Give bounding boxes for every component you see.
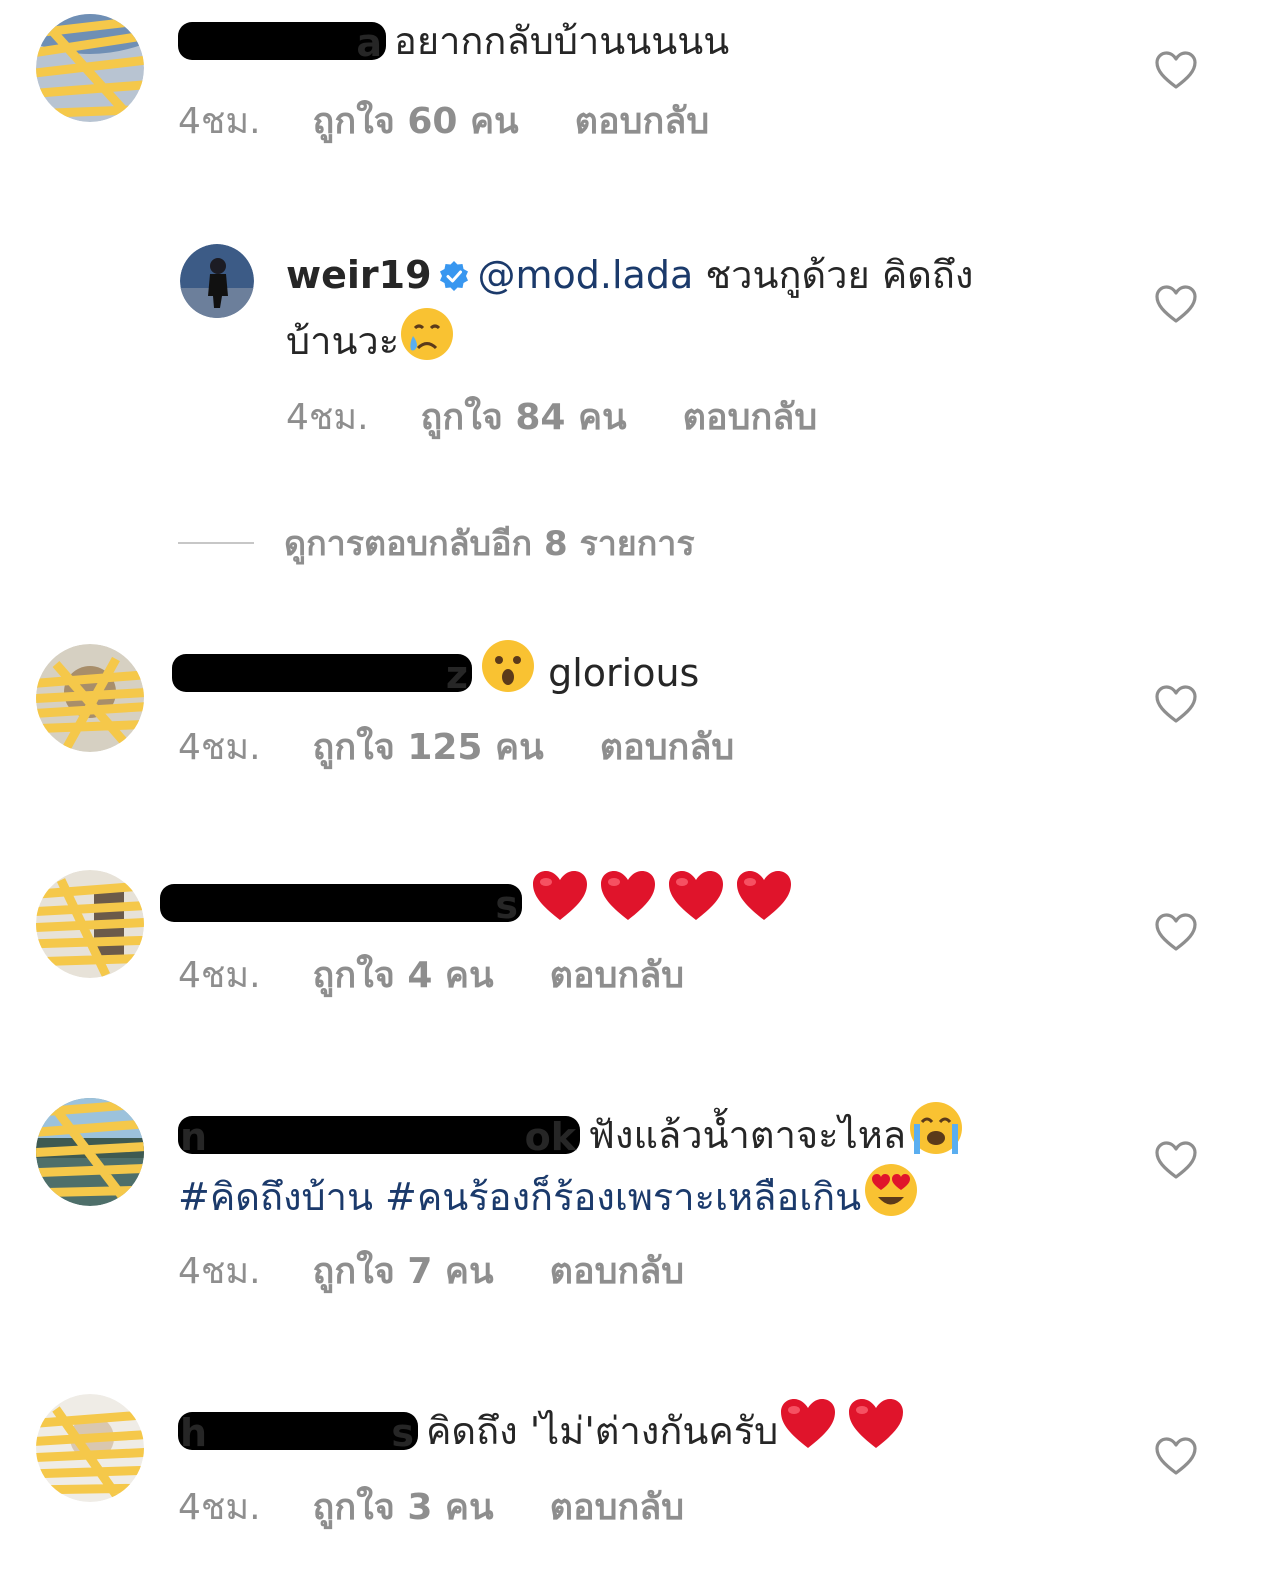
comment-meta: 4ชม. ถูกใจ 125 คน ตอบกลับ	[178, 726, 734, 770]
reply-button[interactable]: ตอบกลับ	[550, 954, 685, 998]
avatar[interactable]	[36, 1098, 144, 1206]
avatar[interactable]	[36, 14, 144, 122]
comment-text-line2: #คิดถึงบ้าน #คนร้องก็ร้องเพราะเหลือเกิน	[178, 1162, 921, 1226]
heart-outline-icon[interactable]	[1154, 684, 1198, 724]
likes-count[interactable]: ถูกใจ 3 คน	[313, 1486, 494, 1530]
username-fragment: ok	[524, 1115, 576, 1159]
heart-outline-icon[interactable]	[1154, 1436, 1198, 1476]
heart-outline-icon[interactable]	[1154, 1140, 1198, 1180]
username-fragment: n	[180, 1115, 208, 1159]
username[interactable]: weir19	[286, 253, 432, 297]
avatar[interactable]	[36, 1394, 144, 1502]
verified-badge-icon	[438, 250, 470, 308]
red-heart-icon	[598, 868, 658, 924]
comment-text: s	[160, 868, 794, 932]
comment-text: z glorious	[172, 638, 699, 702]
red-heart-icon	[778, 1396, 838, 1452]
likes-count[interactable]: ถูกใจ 4 คน	[313, 954, 494, 998]
avatar[interactable]	[36, 870, 144, 978]
timestamp: 4ชม.	[286, 397, 369, 438]
red-heart-icon	[846, 1396, 906, 1452]
avatar[interactable]	[180, 244, 254, 318]
comment-meta: 4ชม. ถูกใจ 60 คน ตอบกลับ	[178, 100, 709, 144]
reply-button[interactable]: ตอบกลับ	[575, 100, 710, 144]
hushed-face-icon	[480, 638, 536, 694]
likes-count[interactable]: ถูกใจ 60 คน	[313, 100, 519, 144]
redacted-username[interactable]: n ok	[178, 1115, 580, 1159]
username-fragment: s	[495, 883, 518, 927]
likes-count[interactable]: ถูกใจ 7 คน	[313, 1250, 494, 1294]
view-more-replies-label: ดูการตอบกลับอีก 8 รายการ	[284, 524, 695, 564]
comment-text: n ok ฟังแล้วน้ำตาจะไหล	[178, 1100, 966, 1164]
likes-count[interactable]: ถูกใจ 125 คน	[313, 726, 544, 770]
red-heart-icon	[666, 868, 726, 924]
red-heart-icon	[530, 868, 590, 924]
comment-meta: 4ชม. ถูกใจ 4 คน ตอบกลับ	[178, 954, 684, 998]
heart-eyes-face-icon	[861, 1162, 921, 1218]
timestamp: 4ชม.	[178, 1487, 261, 1528]
username-fragment: s	[391, 1411, 414, 1455]
heart-outline-icon[interactable]	[1154, 50, 1198, 90]
mention-link[interactable]: @mod.lada	[478, 253, 694, 297]
avatar[interactable]	[36, 644, 144, 752]
redacted-username[interactable]: s	[160, 883, 522, 927]
comment-text: a อยากกลับบ้านนนนน	[178, 12, 729, 70]
loudly-crying-face-icon	[906, 1100, 966, 1156]
divider	[178, 542, 254, 544]
comment-body: บ้านวะ	[286, 319, 400, 363]
heart-outline-icon[interactable]	[1154, 284, 1198, 324]
comment-body: ฟังแล้วน้ำตาจะไหล	[588, 1113, 907, 1157]
comment-body: glorious	[548, 651, 700, 695]
reply-button[interactable]: ตอบกลับ	[550, 1250, 685, 1294]
comment-body: อยากกลับบ้านนนนน	[394, 19, 730, 63]
timestamp: 4ชม.	[178, 1251, 261, 1292]
comment-text-line2: บ้านวะ	[286, 306, 455, 370]
redacted-username[interactable]: z	[172, 653, 472, 697]
comment-body: คิดถึง 'ไม่'ต่างกันครับ	[426, 1409, 779, 1453]
timestamp: 4ชม.	[178, 727, 261, 768]
likes-count[interactable]: ถูกใจ 84 คน	[421, 396, 627, 440]
username-fragment: h	[180, 1411, 208, 1455]
username-fragment: a	[356, 21, 382, 65]
hashtag-link[interactable]: #คิดถึงบ้าน	[178, 1175, 373, 1219]
comment-body: ชวนกูด้วย คิดถึง	[705, 253, 974, 297]
comment-meta: 4ชม. ถูกใจ 7 คน ตอบกลับ	[178, 1250, 684, 1294]
reply-button[interactable]: ตอบกลับ	[683, 396, 818, 440]
redacted-username[interactable]: a	[178, 21, 386, 65]
comment-meta: 4ชม. ถูกใจ 84 คน ตอบกลับ	[286, 396, 817, 440]
comment-meta: 4ชม. ถูกใจ 3 คน ตอบกลับ	[178, 1486, 684, 1530]
username-fragment: z	[445, 653, 468, 697]
reply-button[interactable]: ตอบกลับ	[600, 726, 735, 770]
red-heart-icon	[734, 868, 794, 924]
hashtag-link[interactable]: #คนร้องก็ร้องเพราะเหลือเกิน	[385, 1175, 861, 1219]
comment-text: h s คิดถึง 'ไม่'ต่างกันครับ	[178, 1396, 906, 1460]
timestamp: 4ชม.	[178, 955, 261, 996]
redacted-username[interactable]: hs	[178, 1411, 418, 1455]
heart-outline-icon[interactable]	[1154, 912, 1198, 952]
view-more-replies[interactable]: ดูการตอบกลับอีก 8 รายการ	[178, 518, 695, 568]
comment-text: weir19 @mod.lada ชวนกูด้วย คิดถึง	[286, 246, 973, 308]
reply-button[interactable]: ตอบกลับ	[550, 1486, 685, 1530]
crying-face-icon	[399, 306, 455, 362]
timestamp: 4ชม.	[178, 101, 261, 142]
